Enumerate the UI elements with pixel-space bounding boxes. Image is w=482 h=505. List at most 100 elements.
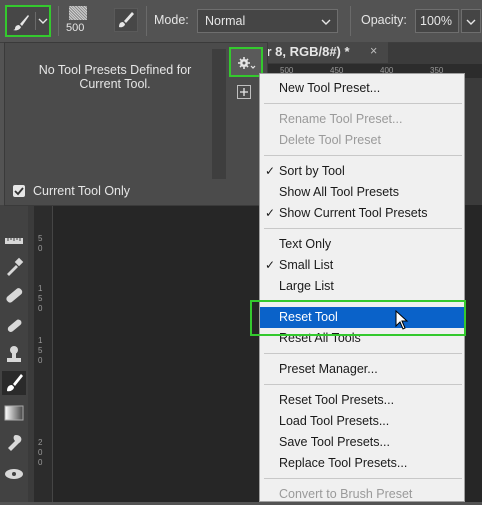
menu-item-label: Replace Tool Presets... (279, 456, 408, 470)
menu-item-label: Delete Tool Preset (279, 133, 381, 147)
menu-divider (264, 155, 462, 156)
eyedropper-icon (7, 257, 24, 276)
stamp-icon (7, 346, 21, 362)
chevron-down-icon (466, 19, 476, 25)
opacity-input[interactable]: 100% (415, 9, 459, 33)
check-icon: ✓ (265, 164, 276, 178)
ruler-tick: 0 (38, 448, 43, 457)
gradient-tool[interactable] (2, 401, 26, 425)
check-icon: ✓ (265, 206, 276, 220)
reset-tool-highlight-outline (250, 300, 466, 336)
document-tab[interactable]: ver 8, RGB/8#) * × (252, 42, 388, 64)
panel-menu-button[interactable] (229, 47, 263, 77)
separator (146, 6, 147, 36)
ruler-tick: 5 (38, 346, 43, 355)
menu-item-rename-tool-preset[interactable]: Rename Tool Preset... (260, 109, 464, 130)
menu-item-small-list[interactable]: ✓ Small List (260, 255, 464, 276)
scrollbar[interactable] (212, 49, 226, 179)
preset-picker-dropdown[interactable] (35, 12, 50, 30)
menu-item-label: Show Current Tool Presets (279, 206, 428, 220)
ruler-tool[interactable] (2, 229, 26, 253)
tool-presets-flyout-menu: New Tool Preset... Rename Tool Preset...… (259, 73, 465, 502)
mouse-cursor-icon (395, 310, 409, 330)
empty-presets-message: No Tool Presets Defined for Current Tool… (38, 63, 192, 91)
brush-settings-button[interactable] (114, 8, 138, 32)
menu-divider (264, 228, 462, 229)
brush-settings-icon (119, 12, 134, 28)
eyedropper-tool[interactable] (2, 255, 26, 279)
menu-item-sort-by-tool[interactable]: ✓ Sort by Tool (260, 161, 464, 182)
menu-item-label: Large List (279, 279, 334, 293)
ruler-tick: 0 (38, 244, 43, 253)
ruler-tick: 0 (38, 356, 43, 365)
menu-item-load-tool-presets[interactable]: Load Tool Presets... (260, 411, 464, 432)
ruler-icon (5, 238, 23, 244)
checkmark-icon (14, 187, 24, 196)
patch-tool[interactable] (2, 313, 26, 337)
menu-item-label: Save Tool Presets... (279, 435, 390, 449)
ruler-tick: 1 (38, 284, 43, 293)
menu-divider (264, 353, 462, 354)
menu-item-text-only[interactable]: Text Only (260, 234, 464, 255)
menu-divider (264, 103, 462, 104)
gear-icon (238, 57, 256, 69)
clone-stamp-tool[interactable] (2, 343, 26, 367)
vertical-ruler: 5 0 1 5 0 1 5 0 2 0 0 (34, 205, 53, 502)
ruler-tick: 1 (38, 336, 43, 345)
opacity-dropdown[interactable] (461, 9, 481, 33)
menu-item-large-list[interactable]: Large List (260, 276, 464, 297)
separator (350, 6, 351, 36)
chevron-down-icon (38, 18, 48, 24)
menu-item-label: Reset Tool Presets... (279, 393, 395, 407)
tool-preset-picker[interactable] (5, 5, 51, 37)
brush-preset-picker[interactable]: 500 (66, 6, 92, 40)
current-tool-only-label[interactable]: Current Tool Only (33, 184, 130, 198)
ruler-tick: 0 (38, 458, 43, 467)
tools-panel (0, 205, 28, 502)
tool-presets-panel: No Tool Presets Defined for Current Tool… (4, 42, 268, 206)
separator (58, 6, 59, 36)
ruler-tick: 5 (38, 234, 43, 243)
menu-item-new-tool-preset[interactable]: New Tool Preset... (260, 78, 464, 99)
brush-tool[interactable] (2, 371, 26, 395)
check-icon: ✓ (265, 258, 276, 272)
brush-icon (7, 374, 23, 392)
opacity-label: Opacity: (361, 13, 407, 27)
ruler-tick: 5 (38, 294, 43, 303)
mode-value: Normal (205, 14, 246, 28)
sponge-tool[interactable] (2, 461, 26, 485)
menu-item-label: Sort by Tool (279, 164, 345, 178)
bandage-icon (6, 288, 23, 303)
menu-item-label: Preset Manager... (279, 362, 378, 376)
menu-item-label: Load Tool Presets... (279, 414, 390, 428)
menu-item-reset-tool-presets[interactable]: Reset Tool Presets... (260, 390, 464, 411)
menu-item-show-all-tool-presets[interactable]: Show All Tool Presets (260, 182, 464, 203)
healing-brush-tool[interactable] (2, 283, 26, 307)
menu-divider (264, 384, 462, 385)
brush-size-value: 500 (66, 22, 85, 34)
menu-item-delete-tool-preset[interactable]: Delete Tool Preset (260, 130, 464, 151)
menu-item-label: Show All Tool Presets (279, 185, 399, 199)
smudge-tool[interactable] (2, 431, 26, 455)
document-tab-close[interactable]: × (370, 44, 377, 58)
patch-icon (7, 319, 22, 332)
options-bar: 500 Mode: Normal Opacity: 100% (0, 0, 482, 43)
mode-select[interactable]: Normal (197, 9, 338, 33)
gradient-icon (4, 405, 24, 421)
menu-item-label: Small List (279, 258, 334, 272)
plus-icon (240, 88, 248, 96)
current-tool-only-checkbox[interactable] (13, 185, 25, 197)
new-preset-button[interactable] (237, 85, 251, 99)
menu-item-label: Rename Tool Preset... (279, 112, 403, 126)
brush-tip-swatch (69, 6, 87, 20)
smudge-icon (8, 435, 22, 451)
menu-item-save-tool-presets[interactable]: Save Tool Presets... (260, 432, 464, 453)
menu-item-replace-tool-presets[interactable]: Replace Tool Presets... (260, 453, 464, 474)
menu-item-show-current-tool-presets[interactable]: ✓ Show Current Tool Presets (260, 203, 464, 224)
menu-item-label: Convert to Brush Preset (279, 487, 413, 501)
mode-label: Mode: (154, 13, 189, 27)
menu-item-preset-manager[interactable]: Preset Manager... (260, 359, 464, 380)
menu-divider (264, 478, 462, 479)
ruler-tick: 0 (38, 304, 43, 313)
chevron-down-icon (321, 19, 331, 25)
